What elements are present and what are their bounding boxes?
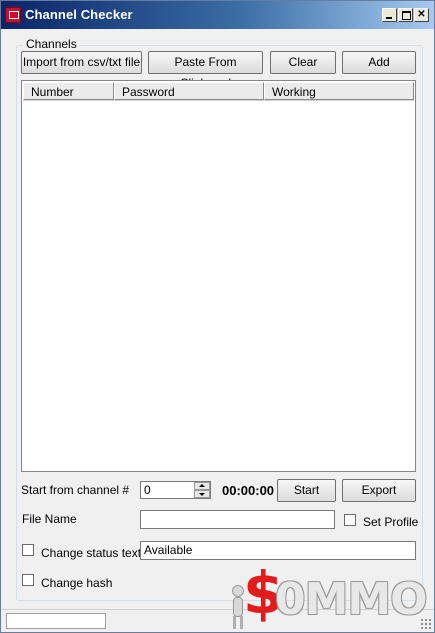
channel-checker-window: Channel Checker ✕ Channels Import from c… bbox=[0, 0, 435, 633]
clear-button[interactable]: Clear bbox=[270, 51, 336, 74]
spinner-buttons bbox=[194, 482, 210, 498]
file-name-field[interactable] bbox=[140, 510, 335, 529]
column-header-working[interactable]: Working bbox=[264, 82, 414, 100]
watermark-text: 0MMO bbox=[275, 574, 428, 625]
channels-list[interactable]: Number Password Working bbox=[21, 80, 416, 472]
set-profile-checkbox[interactable] bbox=[344, 514, 356, 526]
change-hash-label: Change hash bbox=[41, 576, 113, 590]
minimize-button[interactable] bbox=[382, 8, 397, 22]
change-status-checkbox[interactable] bbox=[22, 544, 34, 556]
file-name-label: File Name bbox=[22, 512, 77, 526]
window-title: Channel Checker bbox=[25, 7, 133, 22]
column-header-number[interactable]: Number bbox=[23, 82, 114, 100]
start-channel-value[interactable]: 0 bbox=[144, 483, 151, 498]
title-bar[interactable]: Channel Checker ✕ bbox=[1, 1, 434, 29]
add-button[interactable]: Add bbox=[342, 51, 416, 74]
change-status-label: Change status text bbox=[41, 546, 142, 560]
list-header: Number Password Working bbox=[23, 82, 414, 101]
start-from-label: Start from channel # bbox=[21, 483, 130, 497]
spin-down-icon[interactable] bbox=[194, 490, 210, 498]
change-hash-checkbox[interactable] bbox=[22, 574, 34, 586]
app-icon bbox=[5, 7, 21, 23]
set-profile-label: Set Profile bbox=[363, 515, 419, 529]
paste-clipboard-button[interactable]: Paste From Clipboard bbox=[148, 51, 263, 90]
start-button[interactable]: Start bbox=[277, 479, 336, 502]
column-header-password[interactable]: Password bbox=[114, 82, 264, 100]
maximize-button[interactable] bbox=[398, 8, 413, 22]
import-file-button[interactable]: Import from csv/txt file bbox=[21, 51, 142, 74]
export-button[interactable]: Export bbox=[342, 479, 416, 502]
status-text-field[interactable]: Available bbox=[140, 541, 416, 560]
elapsed-timer: 00:00:00 bbox=[222, 483, 275, 498]
spin-up-icon[interactable] bbox=[194, 482, 210, 490]
watermark-logo: $ 0MMO bbox=[225, 563, 428, 633]
close-button[interactable]: ✕ bbox=[414, 8, 429, 22]
status-panel bbox=[6, 613, 106, 629]
channels-group-label: Channels bbox=[23, 37, 80, 51]
start-channel-spinner[interactable]: 0 bbox=[140, 481, 211, 499]
